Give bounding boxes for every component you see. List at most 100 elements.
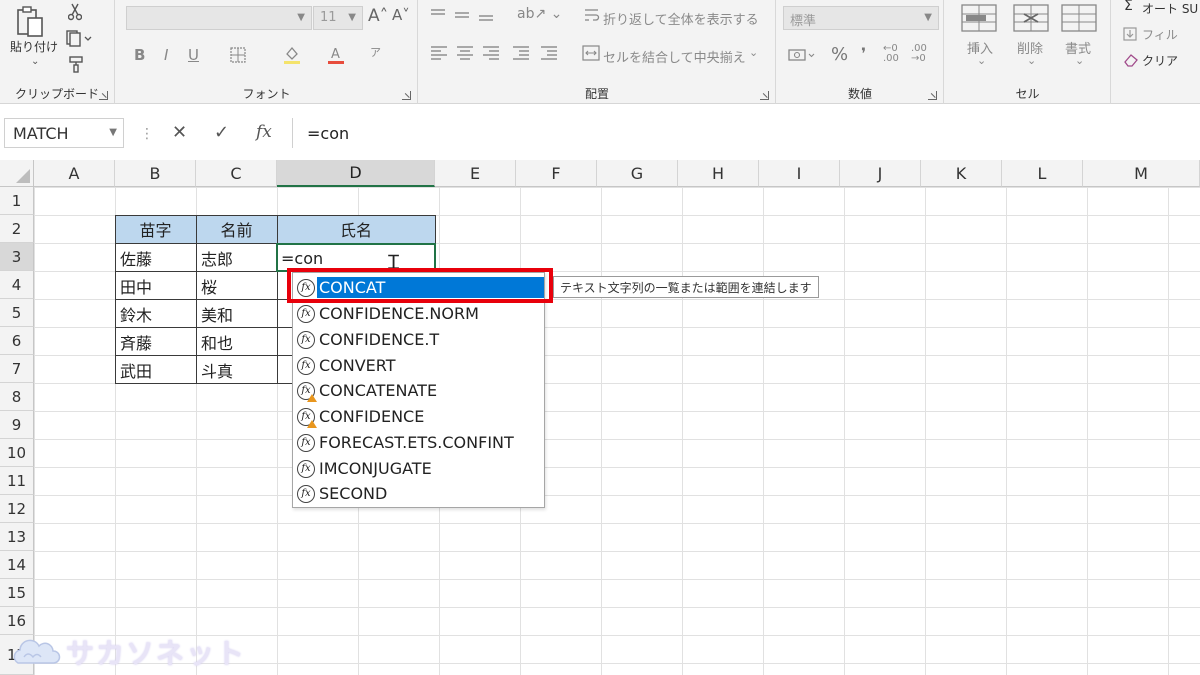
table-header-cell[interactable]: 名前 xyxy=(196,215,277,243)
format-painter-icon[interactable] xyxy=(66,54,86,74)
format-cells-icon[interactable] xyxy=(1059,2,1099,34)
row-header-11[interactable]: 11 xyxy=(0,467,34,495)
row-header-12[interactable]: 12 xyxy=(0,495,34,523)
cancel-icon[interactable]: ✕ xyxy=(172,122,187,143)
row-header-3[interactable]: 3 xyxy=(0,243,34,271)
table-cell[interactable]: 志郎 xyxy=(197,244,276,271)
table-cell[interactable]: 桜 xyxy=(197,272,276,299)
number-launcher-icon[interactable] xyxy=(928,91,937,100)
chevron-down-icon[interactable]: ⌄ xyxy=(977,54,986,67)
table-cell[interactable]: 美和 xyxy=(197,300,276,327)
column-header-j[interactable]: J xyxy=(840,160,921,187)
horizontal-align-icons[interactable] xyxy=(429,44,571,62)
row-header-9[interactable]: 9 xyxy=(0,411,34,439)
autocomplete-item[interactable]: fx CONFIDENCE.NORM xyxy=(295,301,544,326)
font-name-dropdown[interactable]: ▼ xyxy=(126,6,312,30)
column-header-k[interactable]: K xyxy=(921,160,1002,187)
italic-icon[interactable]: I xyxy=(164,46,168,64)
vertical-align-icons[interactable] xyxy=(429,6,499,24)
column-header-a[interactable]: A xyxy=(34,160,115,187)
autosum-button[interactable]: オート SU xyxy=(1142,0,1198,17)
insert-function-icon[interactable]: fx xyxy=(256,122,272,142)
chevron-down-icon[interactable]: ⌄ xyxy=(749,46,758,59)
font-color-icon[interactable]: A xyxy=(326,44,346,66)
wrap-text-button[interactable]: 折り返して全体を表示する xyxy=(603,9,759,28)
autocomplete-item[interactable]: fx CONVERT xyxy=(295,353,544,378)
table-cell[interactable]: 斗真 xyxy=(197,356,276,383)
column-header-h[interactable]: H xyxy=(678,160,759,187)
fill-color-icon[interactable] xyxy=(282,44,302,66)
number-format-dropdown[interactable]: 標準 ▼ xyxy=(783,6,939,30)
font-size-dropdown[interactable]: 11 ▼ xyxy=(313,6,363,30)
name-box[interactable]: MATCH ▼ xyxy=(4,118,124,148)
chevron-down-icon[interactable]: ⌄ xyxy=(1027,54,1036,67)
wrap-text-icon[interactable] xyxy=(583,6,601,24)
table-cell[interactable]: 佐藤 xyxy=(116,244,195,271)
fill-button[interactable]: フィル xyxy=(1142,26,1178,43)
row-header-2[interactable]: 2 xyxy=(0,215,34,243)
formula-input[interactable]: =con xyxy=(292,118,1200,148)
row-header-6[interactable]: 6 xyxy=(0,327,34,355)
column-header-c[interactable]: C xyxy=(196,160,277,187)
column-header-l[interactable]: L xyxy=(1002,160,1083,187)
paste-label[interactable]: 貼り付け xyxy=(10,38,58,55)
formula-bar-grip[interactable]: ⋮ xyxy=(140,126,154,142)
column-header-b[interactable]: B xyxy=(115,160,196,187)
function-autocomplete-list[interactable]: fx CONCAT fx CONFIDENCE.NORM fx CONFIDEN… xyxy=(292,272,545,508)
copy-icon[interactable] xyxy=(64,28,94,48)
paste-icon[interactable] xyxy=(12,6,48,38)
table-header-cell[interactable]: 氏名 xyxy=(277,215,435,243)
clear-eraser-icon[interactable] xyxy=(1122,52,1140,68)
merge-center-icon[interactable] xyxy=(581,44,601,62)
enter-icon[interactable]: ✓ xyxy=(214,122,229,143)
comma-icon[interactable]: ❜ xyxy=(861,44,866,63)
row-header-7[interactable]: 7 xyxy=(0,355,34,383)
grow-font-icon[interactable]: A˄ xyxy=(368,6,388,26)
table-cell[interactable]: 和也 xyxy=(197,328,276,355)
shrink-font-icon[interactable]: A˅ xyxy=(392,6,410,24)
decrease-decimal-icon[interactable]: .00 →0 xyxy=(911,44,927,64)
row-header-15[interactable]: 15 xyxy=(0,579,34,607)
phonetic-icon[interactable]: ア xyxy=(370,44,381,60)
row-header-5[interactable]: 5 xyxy=(0,299,34,327)
insert-cells-icon[interactable] xyxy=(959,2,999,34)
underline-icon[interactable]: U xyxy=(188,46,199,64)
row-header-4[interactable]: 4 xyxy=(0,271,34,299)
column-header-m[interactable]: M xyxy=(1083,160,1200,187)
font-launcher-icon[interactable] xyxy=(402,91,411,100)
autocomplete-item[interactable]: fx FORECAST.ETS.CONFINT xyxy=(295,430,544,455)
row-header-16[interactable]: 16 xyxy=(0,607,34,635)
autocomplete-item-concat[interactable]: fx CONCAT xyxy=(295,275,544,300)
table-header-cell[interactable]: 苗字 xyxy=(115,215,196,243)
table-cell[interactable]: 鈴木 xyxy=(116,300,195,327)
table-cell[interactable]: 武田 xyxy=(116,356,195,383)
border-icon[interactable] xyxy=(228,46,248,64)
autosum-icon[interactable]: Σ xyxy=(1124,0,1133,14)
currency-icon[interactable] xyxy=(787,46,817,64)
column-header-f[interactable]: F xyxy=(516,160,597,187)
autocomplete-item[interactable]: fx IMCONJUGATE xyxy=(295,456,544,481)
autocomplete-item[interactable]: fx CONFIDENCE xyxy=(295,404,544,429)
clipboard-launcher-icon[interactable] xyxy=(99,91,108,100)
row-header-10[interactable]: 10 xyxy=(0,439,34,467)
active-cell-d3[interactable]: =con xyxy=(276,243,436,272)
row-header-14[interactable]: 14 xyxy=(0,551,34,579)
select-all-button[interactable] xyxy=(0,160,34,187)
alignment-launcher-icon[interactable] xyxy=(760,91,769,100)
autocomplete-item[interactable]: fx CONFIDENCE.T xyxy=(295,327,544,352)
row-header-8[interactable]: 8 xyxy=(0,383,34,411)
cut-icon[interactable] xyxy=(66,2,84,22)
row-header-13[interactable]: 13 xyxy=(0,523,34,551)
autocomplete-item[interactable]: fx CONCATENATE xyxy=(295,378,544,403)
chevron-down-icon[interactable]: ⌄ xyxy=(1075,54,1084,67)
delete-cells-icon[interactable] xyxy=(1011,2,1051,34)
table-cell[interactable]: 田中 xyxy=(116,272,195,299)
autocomplete-item[interactable]: fx SECOND xyxy=(295,481,544,506)
percent-icon[interactable]: % xyxy=(831,44,848,65)
table-cell[interactable]: 斉藤 xyxy=(116,328,195,355)
column-header-g[interactable]: G xyxy=(597,160,678,187)
column-header-d[interactable]: D xyxy=(277,160,435,187)
fill-icon[interactable] xyxy=(1122,26,1138,42)
increase-decimal-icon[interactable]: ←0.00 xyxy=(883,44,899,64)
row-header-1[interactable]: 1 xyxy=(0,187,34,215)
